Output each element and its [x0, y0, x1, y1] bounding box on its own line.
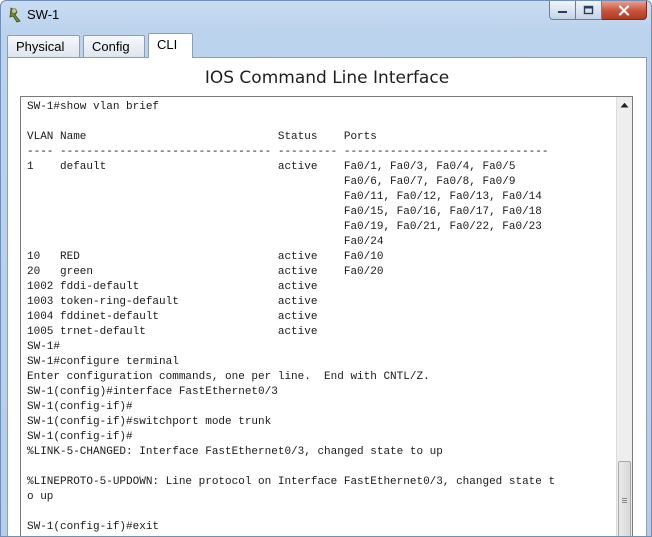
console-line: SW-1#show vlan brief	[27, 101, 160, 113]
vertical-scrollbar[interactable]	[616, 97, 632, 536]
console-line: Enter configuration commands, one per li…	[27, 371, 430, 383]
console-output[interactable]: SW-1#show vlan brief VLAN Name Status Por…	[27, 100, 615, 535]
switch-app-icon	[8, 6, 26, 24]
console-line: SW-1(config-if)#	[27, 401, 133, 413]
console-line: Fa0/24	[27, 236, 384, 248]
console-line: %LINEPROTO-5-UPDOWN: Line protocol on In…	[27, 476, 556, 488]
console-line: Fa0/6, Fa0/7, Fa0/8, Fa0/9	[27, 176, 516, 188]
console-line: 20 green active Fa0/20	[27, 266, 384, 278]
close-button[interactable]	[602, 1, 647, 20]
maximize-button[interactable]	[576, 1, 602, 20]
console-line: 1005 trnet-default active	[27, 326, 318, 338]
window-title: SW-1	[27, 7, 60, 22]
minimize-button[interactable]	[549, 1, 576, 20]
console-line: 10 RED active Fa0/10	[27, 251, 384, 263]
maximize-icon	[583, 5, 594, 15]
tab-physical[interactable]: Physical	[7, 35, 80, 57]
cli-panel: IOS Command Line Interface SW-1#show vla…	[7, 57, 647, 536]
close-icon	[618, 4, 630, 16]
scroll-thumb[interactable]	[618, 461, 631, 536]
console-line: SW-1(config-if)#switchport mode trunk	[27, 416, 272, 428]
console-line: SW-1(config-if)#exit	[27, 521, 160, 533]
cli-console[interactable]: SW-1#show vlan brief VLAN Name Status Por…	[20, 96, 633, 536]
console-line: 1004 fddinet-default active	[27, 311, 318, 323]
console-line: SW-1(config-if)#	[27, 431, 133, 443]
app-window: SW-1 Physical Config CLI IOS Command Lin…	[0, 0, 652, 537]
console-line: 1 default active Fa0/1, Fa0/3, Fa0/4, Fa…	[27, 161, 516, 173]
console-line: ---- -------------------------------- --…	[27, 146, 549, 158]
chevron-up-icon	[620, 102, 629, 108]
grip-icon	[622, 498, 627, 504]
console-line: 1002 fddi-default active	[27, 281, 318, 293]
console-line: o up	[27, 491, 54, 503]
scroll-up-button[interactable]	[617, 97, 632, 113]
tab-config[interactable]: Config	[83, 35, 145, 57]
console-line: %LINK-5-CHANGED: Interface FastEthernet0…	[27, 446, 443, 458]
console-line: Fa0/15, Fa0/16, Fa0/17, Fa0/18	[27, 206, 542, 218]
window-controls	[549, 1, 647, 21]
console-line: SW-1#configure terminal	[27, 356, 179, 368]
console-line: VLAN Name Status Ports	[27, 131, 377, 143]
console-line: Fa0/11, Fa0/12, Fa0/13, Fa0/14	[27, 191, 542, 203]
panel-heading: IOS Command Line Interface	[204, 68, 450, 88]
tab-cli[interactable]: CLI	[148, 33, 193, 58]
console-line: SW-1#	[27, 341, 61, 353]
console-line: Fa0/19, Fa0/21, Fa0/22, Fa0/23	[27, 221, 542, 233]
title-bar[interactable]: SW-1	[1, 1, 651, 31]
console-line: SW-1(config)#interface FastEthernet0/3	[27, 386, 278, 398]
minimize-icon	[558, 11, 567, 13]
console-line: 1003 token-ring-default active	[27, 296, 318, 308]
